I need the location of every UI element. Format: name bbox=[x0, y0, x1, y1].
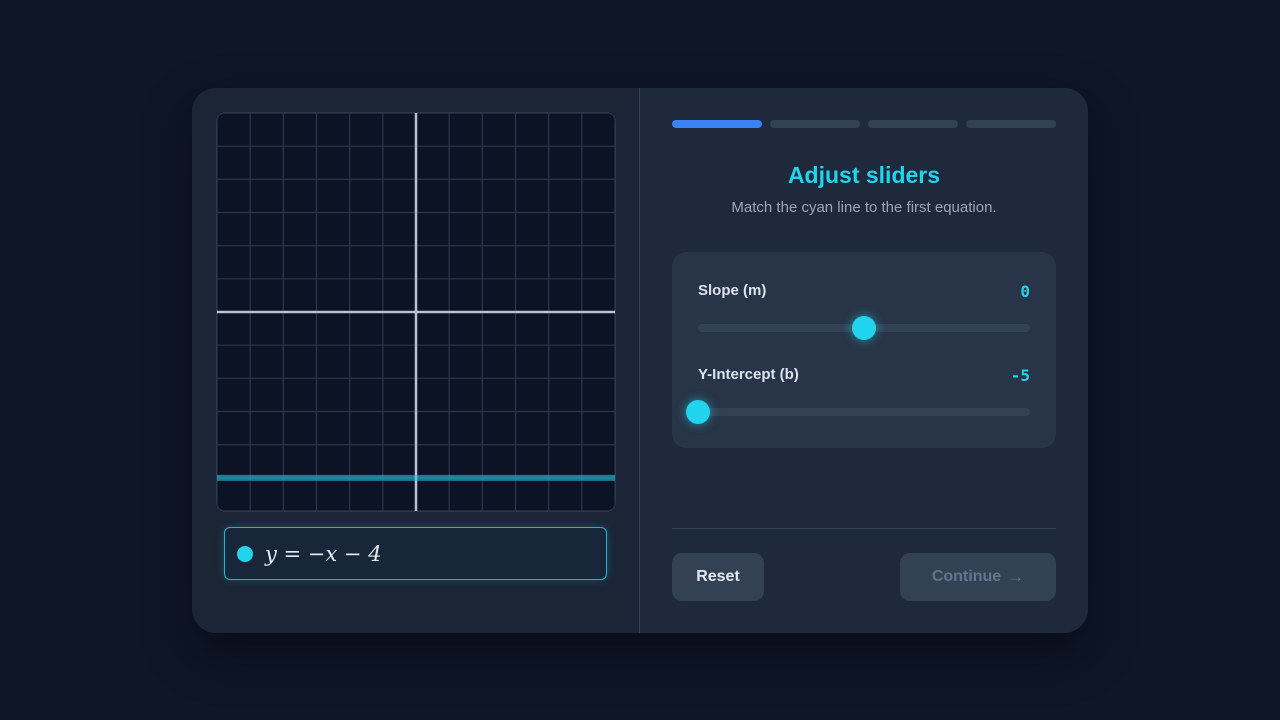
footer-divider bbox=[672, 528, 1056, 529]
activity-card: y = −x − 4 Adjust sliders Match the cyan… bbox=[192, 88, 1088, 633]
equation-card: y = −x − 4 bbox=[224, 527, 607, 580]
equation-text: y = −x − 4 bbox=[265, 541, 382, 566]
slider-panel: Slope (m) 0 Y-Intercept (b) -5 bbox=[672, 252, 1056, 448]
arrow-right-icon: → bbox=[1007, 567, 1025, 586]
intercept-value: -5 bbox=[1010, 366, 1030, 385]
continue-label: Continue bbox=[931, 568, 1002, 585]
continue-button[interactable]: Continue → bbox=[900, 553, 1056, 601]
slope-slider[interactable] bbox=[698, 316, 1030, 340]
progress-step-3 bbox=[868, 120, 958, 128]
step-progress bbox=[672, 120, 1056, 128]
reset-button[interactable]: Reset bbox=[672, 553, 764, 601]
intercept-label: Y-Intercept (b) bbox=[698, 366, 799, 383]
equation-color-dot bbox=[237, 545, 253, 562]
controls-pane: Adjust sliders Match the cyan line to th… bbox=[640, 88, 1088, 633]
graph-pane: y = −x − 4 bbox=[192, 88, 639, 633]
step-subtitle: Match the cyan line to the first equatio… bbox=[731, 199, 997, 216]
progress-step-4 bbox=[966, 120, 1056, 128]
intercept-slider[interactable] bbox=[686, 400, 1030, 424]
progress-step-2 bbox=[770, 120, 860, 128]
step-title: Adjust sliders bbox=[787, 162, 941, 188]
coordinate-plane bbox=[216, 112, 616, 512]
slope-label: Slope (m) bbox=[698, 282, 767, 299]
slope-slider-thumb[interactable] bbox=[852, 316, 876, 340]
slope-value: 0 bbox=[1020, 282, 1030, 301]
progress-step-1 bbox=[672, 120, 762, 128]
intercept-slider-thumb[interactable] bbox=[686, 400, 710, 424]
graph-canvas bbox=[217, 113, 615, 511]
